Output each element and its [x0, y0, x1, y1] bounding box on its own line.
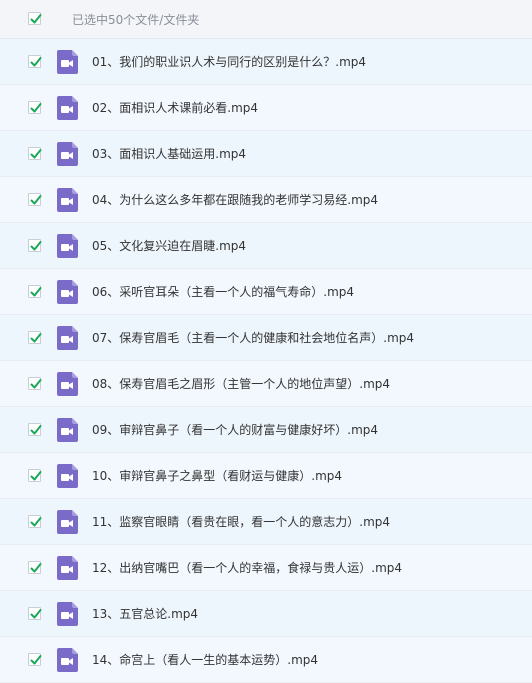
file-row[interactable]: 01、我们的职业识人术与同行的区别是什么？.mp4 [0, 39, 532, 85]
check-icon [30, 379, 42, 389]
check-icon [30, 14, 42, 24]
check-icon [30, 103, 42, 113]
file-row[interactable]: 02、面相识人术课前必看.mp4 [0, 85, 532, 131]
file-checkbox[interactable] [28, 607, 42, 620]
file-list: 01、我们的职业识人术与同行的区别是什么？.mp4 02、面相识人术课前必看.mp… [0, 39, 532, 683]
file-row[interactable]: 07、保寿官眉毛（主看一个人的健康和社会地位名声）.mp4 [0, 315, 532, 361]
check-icon [30, 655, 42, 665]
video-file-icon [57, 234, 78, 258]
file-checkbox[interactable] [28, 193, 42, 206]
file-name[interactable]: 05、文化复兴迫在眉睫.mp4 [92, 238, 246, 254]
select-all-checkbox[interactable] [28, 12, 42, 25]
file-checkbox[interactable] [28, 331, 42, 344]
selection-count-text: 已选中50个文件/文件夹 [72, 13, 200, 27]
video-file-icon [57, 280, 78, 304]
video-file-icon [57, 50, 78, 74]
file-name[interactable]: 11、监察官眼睛（看贵在眼，看一个人的意志力）.mp4 [92, 514, 390, 530]
selection-header: 已选中50个文件/文件夹 [0, 0, 532, 39]
file-checkbox[interactable] [28, 561, 42, 574]
video-file-icon [57, 464, 78, 488]
check-icon [30, 57, 42, 67]
file-name[interactable]: 12、出纳官嘴巴（看一个人的幸福，食禄与贵人运）.mp4 [92, 560, 402, 576]
file-checkbox[interactable] [28, 515, 42, 528]
file-name[interactable]: 02、面相识人术课前必看.mp4 [92, 100, 258, 116]
file-row[interactable]: 11、监察官眼睛（看贵在眼，看一个人的意志力）.mp4 [0, 499, 532, 545]
check-icon [30, 425, 42, 435]
file-name[interactable]: 06、采听官耳朵（主看一个人的福气寿命）.mp4 [92, 284, 354, 300]
file-name[interactable]: 08、保寿官眉毛之眉形（主管一个人的地位声望）.mp4 [92, 376, 390, 392]
video-file-icon [57, 602, 78, 626]
file-row[interactable]: 10、审辩官鼻子之鼻型（看财运与健康）.mp4 [0, 453, 532, 499]
file-checkbox[interactable] [28, 147, 42, 160]
file-name[interactable]: 01、我们的职业识人术与同行的区别是什么？.mp4 [92, 54, 366, 70]
file-row[interactable]: 08、保寿官眉毛之眉形（主管一个人的地位声望）.mp4 [0, 361, 532, 407]
check-icon [30, 195, 42, 205]
video-file-icon [57, 142, 78, 166]
file-row[interactable]: 09、审辩官鼻子（看一个人的财富与健康好坏）.mp4 [0, 407, 532, 453]
video-file-icon [57, 648, 78, 672]
file-name[interactable]: 03、面相识人基础运用.mp4 [92, 146, 246, 162]
check-icon [30, 471, 42, 481]
video-file-icon [57, 326, 78, 350]
file-name[interactable]: 10、审辩官鼻子之鼻型（看财运与健康）.mp4 [92, 468, 342, 484]
check-icon [30, 149, 42, 159]
video-file-icon [57, 372, 78, 396]
file-name[interactable]: 13、五官总论.mp4 [92, 606, 198, 622]
file-name[interactable]: 09、审辩官鼻子（看一个人的财富与健康好坏）.mp4 [92, 422, 378, 438]
file-name[interactable]: 14、命宫上（看人一生的基本运势）.mp4 [92, 652, 318, 668]
file-row[interactable]: 06、采听官耳朵（主看一个人的福气寿命）.mp4 [0, 269, 532, 315]
check-icon [30, 333, 42, 343]
check-icon [30, 517, 42, 527]
file-checkbox[interactable] [28, 55, 42, 68]
file-row[interactable]: 12、出纳官嘴巴（看一个人的幸福，食禄与贵人运）.mp4 [0, 545, 532, 591]
file-name[interactable]: 07、保寿官眉毛（主看一个人的健康和社会地位名声）.mp4 [92, 330, 414, 346]
file-checkbox[interactable] [28, 469, 42, 482]
file-checkbox[interactable] [28, 423, 42, 436]
check-icon [30, 287, 42, 297]
file-row[interactable]: 14、命宫上（看人一生的基本运势）.mp4 [0, 637, 532, 683]
video-file-icon [57, 188, 78, 212]
file-row[interactable]: 13、五官总论.mp4 [0, 591, 532, 637]
video-file-icon [57, 556, 78, 580]
video-file-icon [57, 418, 78, 442]
file-row[interactable]: 04、为什么这么多年都在跟随我的老师学习易经.mp4 [0, 177, 532, 223]
file-name[interactable]: 04、为什么这么多年都在跟随我的老师学习易经.mp4 [92, 192, 378, 208]
file-row[interactable]: 05、文化复兴迫在眉睫.mp4 [0, 223, 532, 269]
video-file-icon [57, 510, 78, 534]
file-checkbox[interactable] [28, 285, 42, 298]
file-checkbox[interactable] [28, 239, 42, 252]
check-icon [30, 563, 42, 573]
file-checkbox[interactable] [28, 101, 42, 114]
file-checkbox[interactable] [28, 653, 42, 666]
video-file-icon [57, 96, 78, 120]
file-row[interactable]: 03、面相识人基础运用.mp4 [0, 131, 532, 177]
file-checkbox[interactable] [28, 377, 42, 390]
check-icon [30, 241, 42, 251]
check-icon [30, 609, 42, 619]
